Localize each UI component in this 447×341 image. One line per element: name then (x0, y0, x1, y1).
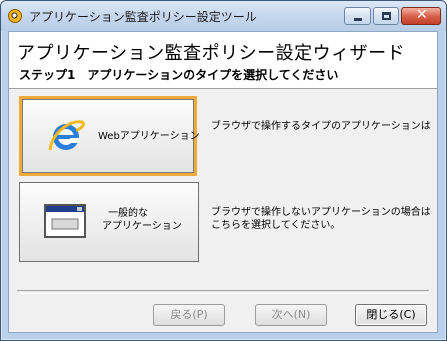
web-application-label: Webアプリケーション (98, 131, 200, 142)
web-application-description: ブラウザで操作するタイプのアプリケーションは (211, 121, 431, 132)
general-application-description-line1: ブラウザで操作しないアプリケーションの場合は (211, 207, 431, 218)
ie-icon (48, 120, 85, 151)
title-bar[interactable]: アプリケーション監査ポリシー設定ツール ✕ (1, 1, 446, 31)
general-application-option-button[interactable]: 一般的な アプリケーション (19, 182, 199, 262)
close-icon: ✕ (416, 7, 428, 23)
window-title: アプリケーション監査ポリシー設定ツール (29, 10, 257, 24)
close-button[interactable]: 閉じる(C) (355, 304, 427, 326)
footer-divider (17, 290, 429, 294)
next-button[interactable]: 次へ(N) (255, 304, 327, 326)
minimize-icon (354, 18, 362, 21)
wizard-header: アプリケーション監査ポリシー設定ウィザード ステップ1 アプリケーションのタイプ… (9, 32, 437, 89)
general-application-description-line2: こちらを選択してください。 (211, 220, 341, 231)
minimize-button[interactable] (344, 7, 371, 25)
maximize-icon (382, 12, 391, 20)
window-close-button[interactable]: ✕ (401, 7, 441, 25)
general-application-label-line2: アプリケーション (102, 221, 182, 232)
app-eye-icon (8, 9, 22, 23)
application-window: アプリケーション監査ポリシー設定ツール ✕ アプリケーション監査ポリシー設定ウィ… (0, 0, 447, 341)
wizard-client-area: アプリケーション監査ポリシー設定ウィザード ステップ1 アプリケーションのタイプ… (8, 31, 438, 333)
wizard-step-subtitle: ステップ1 アプリケーションのタイプを選択してください (19, 68, 339, 82)
maximize-button[interactable] (373, 7, 399, 25)
back-button[interactable]: 戻る(P) (153, 304, 225, 326)
wizard-title: アプリケーション監査ポリシー設定ウィザード (17, 43, 406, 64)
general-application-label-line1: 一般的な (108, 208, 148, 219)
web-application-option-button[interactable]: Webアプリケーション (19, 96, 200, 176)
window-icon (44, 204, 86, 238)
